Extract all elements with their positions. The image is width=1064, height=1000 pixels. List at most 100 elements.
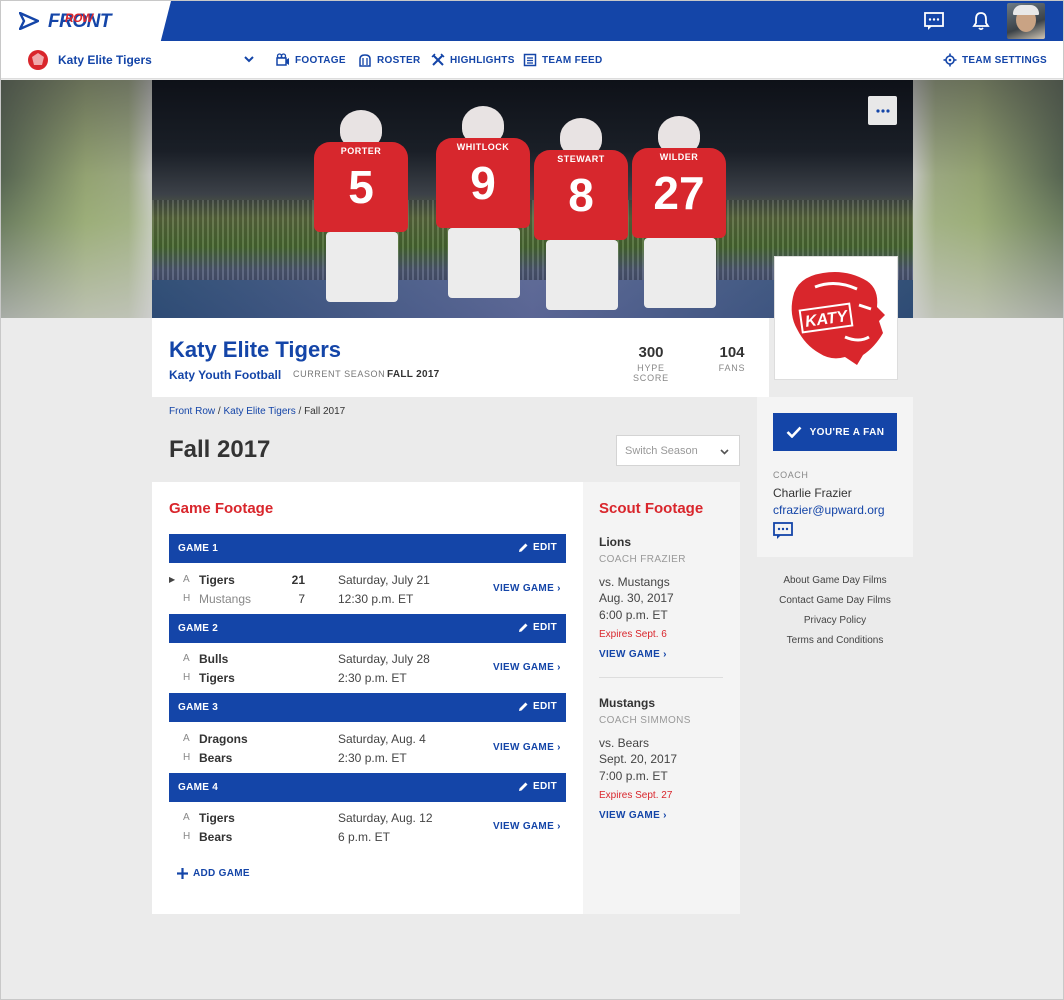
- breadcrumb-home-link[interactable]: Front Row: [169, 406, 215, 417]
- nav-footage[interactable]: FOOTAGE: [276, 53, 346, 67]
- notifications-bell-icon[interactable]: [970, 10, 992, 32]
- nav-team-feed[interactable]: TEAM FEED: [523, 53, 602, 67]
- scout-team-name: Mustangs: [599, 696, 656, 710]
- edit-label: EDIT: [533, 701, 557, 712]
- footer-link-contact[interactable]: Contact Game Day Films: [757, 595, 913, 615]
- messages-icon[interactable]: [923, 10, 945, 32]
- breadcrumb-separator: /: [217, 406, 221, 417]
- nav-team-feed-label: TEAM FEED: [542, 54, 603, 66]
- footer-link-about[interactable]: About Game Day Films: [757, 575, 913, 595]
- game-time: 2:30 p.m. ET: [338, 671, 407, 685]
- pencil-icon: [519, 543, 528, 552]
- nav-roster-label: ROSTER: [377, 54, 421, 66]
- edit-game-button[interactable]: EDIT: [518, 701, 557, 712]
- player-pants: [448, 228, 520, 298]
- game-time: 2:30 p.m. ET: [338, 751, 407, 765]
- view-game-link[interactable]: VIEW GAME ›: [493, 821, 561, 832]
- chevron-down-icon[interactable]: [243, 53, 255, 65]
- add-game-button[interactable]: ADD GAME: [177, 868, 250, 879]
- team-logo-icon[interactable]: [27, 49, 49, 71]
- hype-score-label: HYPE SCORE: [632, 363, 669, 383]
- game-header: GAME 4 EDIT: [169, 773, 566, 802]
- more-dots-icon: [875, 108, 890, 113]
- game-title: GAME 1: [178, 543, 219, 554]
- view-game-link[interactable]: VIEW GAME ›: [493, 662, 561, 673]
- league-link[interactable]: Katy Youth Football: [169, 368, 281, 382]
- scout-footage-panel: Scout Footage Lions COACH FRAZIER vs. Mu…: [583, 482, 740, 914]
- team-nav: Katy Elite Tigers FOOTAGE ROSTER HIGHLIG…: [1, 41, 1063, 79]
- view-game-label: VIEW GAME: [493, 821, 555, 832]
- player-pants: [326, 232, 398, 302]
- coach-email-link[interactable]: cfrazier@upward.org: [773, 503, 885, 517]
- nav-highlights[interactable]: HIGHLIGHTS: [431, 53, 515, 67]
- pencil-icon: [519, 623, 528, 632]
- scout-date: Sept. 20, 2017: [599, 752, 678, 766]
- footer-links: About Game Day Films Contact Game Day Fi…: [757, 575, 913, 655]
- nav-highlights-label: HIGHLIGHTS: [450, 54, 515, 66]
- team-crest-logo: KATY: [774, 256, 898, 380]
- team-name: Dragons: [199, 732, 248, 746]
- game-date: Saturday, Aug. 4: [338, 732, 426, 746]
- edit-label: EDIT: [533, 622, 557, 633]
- view-game-label: VIEW GAME: [493, 662, 555, 673]
- top-bar: FRONT ROW: [1, 1, 1063, 41]
- chevron-right-icon: ›: [557, 662, 561, 673]
- current-season-label: CURRENT SEASON: [293, 369, 386, 379]
- page-title: Fall 2017: [169, 436, 271, 463]
- home-away-indicator: A: [183, 733, 190, 744]
- game-time: 6 p.m. ET: [338, 830, 391, 844]
- game-title: GAME 4: [178, 782, 219, 793]
- team-settings-button[interactable]: TEAM SETTINGS: [943, 53, 1047, 67]
- scout-coach: COACH SIMMONS: [599, 715, 691, 726]
- team-name: Bears: [199, 751, 233, 765]
- view-game-link[interactable]: VIEW GAME ›: [493, 742, 561, 753]
- team-name: Bears: [199, 830, 233, 844]
- game-time: 12:30 p.m. ET: [338, 592, 414, 606]
- hero-more-button[interactable]: [868, 96, 897, 125]
- game-header: GAME 3 EDIT: [169, 693, 566, 722]
- message-coach-icon[interactable]: [773, 521, 793, 541]
- youre-a-fan-button[interactable]: YOU'RE A FAN: [773, 413, 897, 451]
- winner-arrow-icon: ▶: [169, 575, 176, 584]
- edit-game-button[interactable]: EDIT: [518, 622, 557, 633]
- chevron-right-icon: ›: [557, 583, 561, 594]
- play-arrow-logo-icon: [19, 12, 39, 30]
- game-date: Saturday, July 28: [338, 652, 430, 666]
- fan-button-label: YOU'RE A FAN: [809, 426, 885, 438]
- nav-roster[interactable]: ROSTER: [358, 53, 420, 67]
- scout-expiry: Expires Sept. 27: [599, 790, 673, 801]
- team-header: Katy Elite Tigers Katy Youth Football CU…: [152, 318, 769, 397]
- scout-view-game-link[interactable]: VIEW GAME ›: [599, 649, 667, 660]
- coach-label: COACH: [773, 470, 809, 480]
- team-switcher-name[interactable]: Katy Elite Tigers: [58, 53, 152, 67]
- switch-season-placeholder: Switch Season: [625, 445, 698, 457]
- app-logo[interactable]: FRONT ROW: [1, 1, 171, 41]
- scout-opponent: vs. Mustangs: [599, 575, 670, 589]
- team-name: Bulls: [199, 652, 229, 666]
- highlights-icon: [431, 53, 445, 66]
- footer-link-terms[interactable]: Terms and Conditions: [757, 635, 913, 655]
- edit-game-button[interactable]: EDIT: [518, 781, 557, 792]
- view-game-link[interactable]: VIEW GAME ›: [493, 583, 561, 594]
- user-avatar[interactable]: [1007, 3, 1045, 39]
- edit-game-button[interactable]: EDIT: [518, 542, 557, 553]
- view-game-label: VIEW GAME: [599, 810, 661, 821]
- team-name: Tigers: [199, 573, 235, 587]
- breadcrumb: Front Row / Katy Elite Tigers / Fall 201…: [169, 406, 345, 417]
- team-score: 21: [291, 573, 305, 587]
- home-away-indicator: A: [183, 812, 190, 823]
- player-name: WHITLOCK: [456, 142, 510, 152]
- plus-icon: [177, 868, 188, 879]
- scout-view-game-link[interactable]: VIEW GAME ›: [599, 810, 667, 821]
- switch-season-select[interactable]: Switch Season: [616, 435, 740, 466]
- edit-label: EDIT: [533, 781, 557, 792]
- scout-opponent: vs. Bears: [599, 736, 650, 750]
- player-number: 27: [653, 167, 705, 219]
- game-footage-panel: Game Footage GAME 1 EDIT ▶ A Tigers 21 S…: [152, 482, 583, 914]
- breadcrumb-team-link[interactable]: Katy Elite Tigers: [223, 406, 295, 417]
- breadcrumb-current: Fall 2017: [304, 406, 346, 417]
- coach-name: Charlie Frazier: [773, 486, 852, 500]
- fans-stat: 104 FANS: [712, 344, 752, 373]
- game-title: GAME 2: [178, 623, 219, 634]
- footer-link-privacy[interactable]: Privacy Policy: [757, 615, 913, 635]
